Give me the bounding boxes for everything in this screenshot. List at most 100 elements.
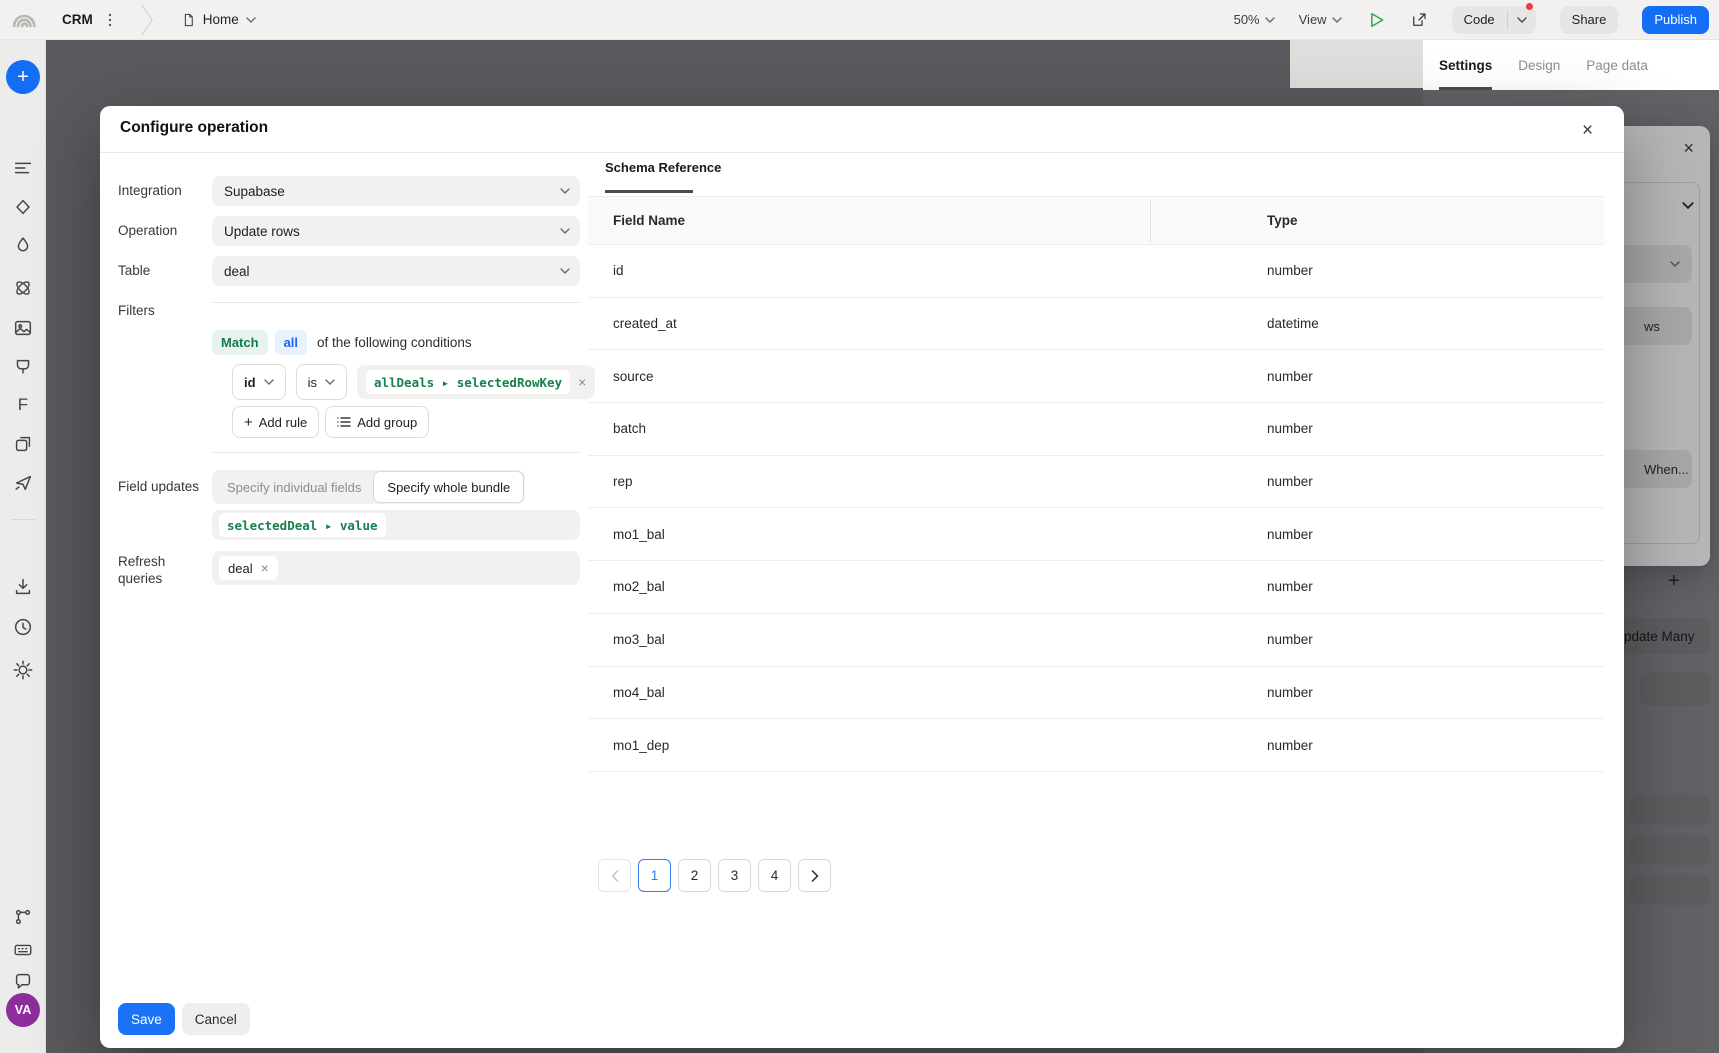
bundle-value-input[interactable]: selectedDeal ▸ value [212,510,580,540]
paint-bucket-icon[interactable] [12,356,34,378]
operation-select[interactable]: Update rows [212,216,580,246]
pagination-page-button[interactable]: 4 [758,859,791,892]
add-group-button[interactable]: Add group [325,406,430,438]
image-icon[interactable] [12,317,34,339]
plus-icon: + [244,413,253,431]
rule-field-select[interactable]: id [232,364,286,400]
match-pill[interactable]: Match [212,330,268,355]
download-icon[interactable] [12,576,34,598]
table-row: mo4_bal number [588,667,1604,720]
field-name-cell: rep [613,474,633,490]
share-button[interactable]: Share [1559,5,1619,34]
match-row: Match all of the following conditions [212,330,472,355]
zoom-level-dropdown[interactable]: 50% [1234,12,1275,27]
chevron-down-icon [1331,16,1342,23]
match-mode-pill[interactable]: all [274,330,308,355]
field-name-cell: mo2_bal [613,579,665,595]
save-button[interactable]: Save [118,1003,175,1035]
rule-operator-select[interactable]: is [295,364,347,400]
nodes-icon[interactable] [12,906,34,928]
table-row: mo1_dep number [588,719,1604,772]
field-updates-segmented-control: Specify individual fields Specify whole … [212,470,526,504]
type-cell: number [1267,474,1313,490]
code-button[interactable]: Code [1451,2,1536,34]
chat-icon[interactable] [12,971,34,993]
field-name-cell: source [613,368,654,384]
schema-table-header: Field Name Type [588,196,1604,245]
type-cell: number [1267,684,1313,700]
diamond-icon[interactable] [12,196,34,218]
type-cell: datetime [1267,316,1319,332]
operation-label: Operation [118,223,178,238]
chevron-right-icon [811,869,818,882]
keyboard-icon[interactable] [12,939,34,961]
clock-icon[interactable] [12,616,34,638]
pagination: 1234 [598,859,831,892]
breadcrumb-page-name: Home [202,12,239,27]
type-cell: number [1267,526,1313,542]
view-dropdown[interactable]: View [1299,12,1342,27]
pagination-prev-button[interactable] [598,859,631,892]
left-toolbar: + F ? VA [0,40,46,1053]
table-row: source number [588,350,1604,404]
pagination-page-button[interactable]: 2 [678,859,711,892]
navigator-lines-icon[interactable] [12,157,34,179]
add-rule-button[interactable]: + Add rule [232,406,320,438]
schema-tab-underline [605,190,693,193]
schema-table: Field Name Type id number created_at dateti… [588,196,1604,772]
column-header-type: Type [1150,199,1604,242]
user-avatar[interactable]: VA [6,993,40,1027]
code-dropdown-chevron[interactable] [1508,6,1536,34]
field-name-cell: mo4_bal [613,684,665,700]
chevron-down-icon [325,379,335,385]
remove-tag-icon[interactable]: × [261,560,269,576]
pagination-page-button[interactable]: 1 [638,859,671,892]
modal-close-icon[interactable]: × [1578,116,1597,146]
filters-label: Filters [118,303,155,318]
preview-play-icon[interactable] [1366,10,1386,30]
chevron-down-icon [560,188,570,194]
rocket-icon[interactable] [12,472,34,494]
type-cell: number [1267,737,1313,753]
font-icon[interactable]: F [12,394,34,416]
segment-whole-bundle[interactable]: Specify whole bundle [373,471,525,503]
refresh-queries-input[interactable]: deal × [212,551,580,585]
cancel-button[interactable]: Cancel [181,1003,250,1035]
integration-select[interactable]: Supabase [212,176,580,206]
app-name: CRM [62,12,93,27]
panel-tabs: Settings Design Page data [1423,40,1719,90]
tab-settings[interactable]: Settings [1439,40,1493,90]
match-suffix-text: of the following conditions [317,335,472,350]
tab-design[interactable]: Design [1518,40,1560,90]
sidebar-divider [11,519,35,520]
open-external-icon[interactable] [1410,11,1428,29]
type-cell: number [1267,263,1313,279]
atom-icon[interactable] [12,277,34,299]
schema-reference-tab[interactable]: Schema Reference [605,160,721,175]
pagination-next-button[interactable] [798,859,831,892]
table-row: created_at datetime [588,298,1604,351]
field-name-cell: mo1_dep [613,737,670,753]
remove-rule-value-icon[interactable]: × [578,374,586,390]
droplet-icon[interactable] [12,234,34,256]
app-logo-icon[interactable] [8,5,40,37]
add-element-button[interactable]: + [6,60,40,94]
publish-button[interactable]: Publish [1642,5,1709,34]
table-select[interactable]: deal [212,256,580,286]
table-row: batch number [588,403,1604,456]
pagination-pages: 1234 [638,859,791,892]
breadcrumb[interactable]: Home [181,12,256,28]
gear-icon[interactable] [12,659,34,681]
modal-header-divider [100,152,1624,153]
app-menu-kebab-icon[interactable] [103,12,117,28]
top-bar: CRM Home 50% View Code Share Publish [0,0,1719,40]
frames-icon[interactable] [12,433,34,455]
rule-value-token[interactable]: allDeals ▸ selectedRowKey [365,370,571,394]
section-divider [212,302,580,303]
app-screen: CRM Home 50% View Code Share Publish + F… [0,0,1719,1053]
pagination-page-button[interactable]: 3 [718,859,751,892]
segment-individual-fields[interactable]: Specify individual fields [214,472,374,502]
chevron-down-icon [246,16,256,23]
bundle-token[interactable]: selectedDeal ▸ value [219,513,386,537]
tab-page-data[interactable]: Page data [1586,40,1648,90]
